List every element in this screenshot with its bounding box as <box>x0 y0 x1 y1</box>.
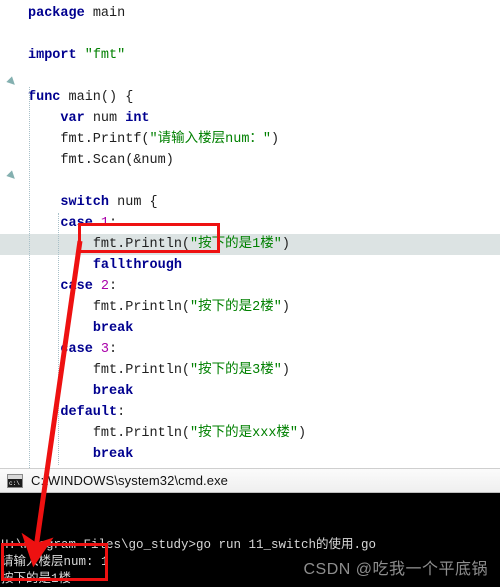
code-token-pl: : <box>109 279 118 294</box>
console-line: H:\Program Files\go_study>go run 11_swit… <box>1 538 377 552</box>
code-token-pl: : <box>109 342 118 357</box>
code-token-num: 3 <box>100 342 110 357</box>
code-token-pl: ) <box>281 363 290 378</box>
code-line[interactable]: case 2: <box>0 276 500 297</box>
code-line[interactable]: fmt.Scan(&num) <box>0 150 500 171</box>
code-line[interactable]: func main() { <box>0 87 500 108</box>
screenshot-root: package main import "fmt" func main() { va… <box>0 0 500 587</box>
code-token-pl: ) <box>298 426 307 441</box>
code-token-kw: case <box>60 342 93 357</box>
code-editor[interactable]: package main import "fmt" func main() { va… <box>0 0 500 468</box>
code-token-pl: num { <box>109 195 158 210</box>
code-token-pl: fmt.Println( <box>92 426 191 441</box>
code-content[interactable]: package main import "fmt" func main() { va… <box>0 0 500 468</box>
code-token-kw: func <box>28 90 61 105</box>
code-line[interactable]: default: <box>0 402 500 423</box>
code-line[interactable]: case 3: <box>0 339 500 360</box>
console-titlebar[interactable]: C:\WINDOWS\system32\cmd.exe <box>0 468 500 493</box>
code-token-pl: main <box>84 6 126 21</box>
code-token-str: "按下的是1楼" <box>190 237 282 252</box>
code-token-pl: : <box>109 216 118 231</box>
code-token-pl: ) <box>281 300 290 315</box>
code-line[interactable]: break <box>0 318 500 339</box>
code-line[interactable]: switch num { <box>0 192 500 213</box>
code-token-kw: break <box>92 384 134 399</box>
code-token-str: "fmt" <box>84 48 126 63</box>
code-token-kw: case <box>60 216 93 231</box>
code-token-kw: switch <box>60 195 110 210</box>
cmd-icon <box>7 473 23 488</box>
code-token-kw: import <box>28 48 77 63</box>
code-token-pl: main() { <box>60 90 134 105</box>
code-line[interactable]: fmt.Println("按下的是3楼") <box>0 360 500 381</box>
code-token-kw: var <box>60 111 85 126</box>
code-line[interactable]: var num int <box>0 108 500 129</box>
code-line[interactable]: break <box>0 444 500 465</box>
code-token-kw: case <box>60 279 93 294</box>
code-line[interactable]: import "fmt" <box>0 45 500 66</box>
code-token-kw: fallthrough <box>92 258 182 273</box>
code-token-pl: : <box>117 405 126 420</box>
code-token-str: "按下的是xxx楼" <box>190 426 299 441</box>
code-token-kw: break <box>92 447 134 462</box>
code-line[interactable]: case 1: <box>0 213 500 234</box>
code-token-kw: int <box>125 111 150 126</box>
code-token-str: "按下的是2楼" <box>190 300 282 315</box>
code-token-pl: fmt.Println( <box>92 363 191 378</box>
code-token-str: "请输入楼层num：" <box>149 132 272 147</box>
code-token-pl: fmt.Println( <box>92 300 191 315</box>
code-line[interactable] <box>0 171 500 192</box>
console-window[interactable]: C:\WINDOWS\system32\cmd.exe H:\Program F… <box>0 468 500 587</box>
indent-guide <box>29 87 30 468</box>
indent-guide <box>58 213 59 465</box>
code-line[interactable]: fmt.Printf("请输入楼层num：") <box>0 129 500 150</box>
csdn-watermark: CSDN @吃我一个平底锅 <box>303 561 488 578</box>
console-output[interactable]: H:\Program Files\go_study>go run 11_swit… <box>0 493 500 586</box>
code-line[interactable]: package main <box>0 3 500 24</box>
code-token-str: "按下的是3楼" <box>190 363 282 378</box>
code-line[interactable]: fmt.Println("按下的是xxx楼") <box>0 423 500 444</box>
code-line[interactable]: break <box>0 381 500 402</box>
code-token-kw: break <box>92 321 134 336</box>
code-line[interactable]: fmt.Println("按下的是1楼") <box>0 234 500 255</box>
code-token-pl: num <box>84 111 126 126</box>
code-token-kw: package <box>28 6 85 21</box>
code-line[interactable]: fallthrough <box>0 255 500 276</box>
code-line[interactable] <box>0 66 500 87</box>
code-token-pl: ) <box>271 132 280 147</box>
code-line[interactable] <box>0 24 500 45</box>
code-line[interactable]: fmt.Println("按下的是2楼") <box>0 297 500 318</box>
code-token-pl: fmt.Println( <box>92 237 191 252</box>
code-token-kw: default <box>60 405 118 420</box>
console-title: C:\WINDOWS\system32\cmd.exe <box>31 473 229 488</box>
code-token-pl: ) <box>281 237 290 252</box>
code-token-num: 2 <box>100 279 110 294</box>
code-token-pl: fmt.Scan(&num) <box>60 153 174 168</box>
code-token-num: 1 <box>100 216 110 231</box>
code-token-pl: fmt.Printf( <box>60 132 150 147</box>
